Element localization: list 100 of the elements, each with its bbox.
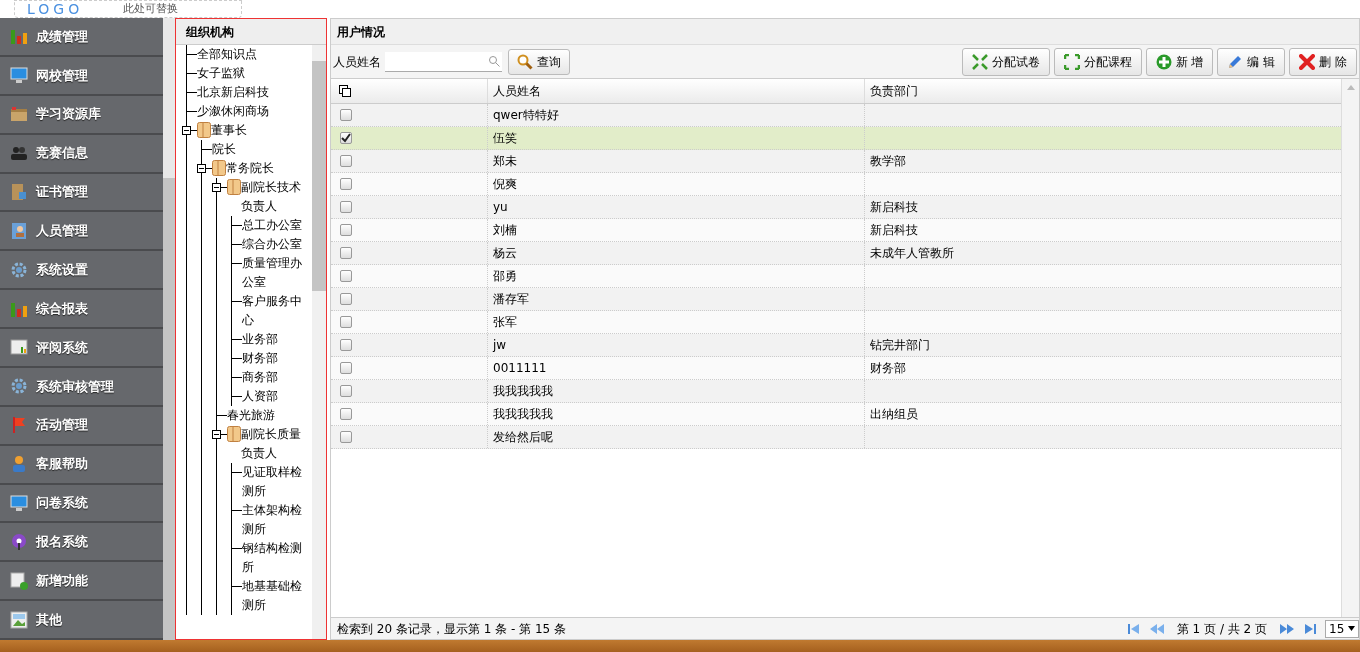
podcast-icon xyxy=(10,532,28,551)
collapse-icon[interactable] xyxy=(197,164,206,173)
tree-item[interactable]: 全部知识点 xyxy=(197,45,257,64)
tree-item[interactable]: 商务部 xyxy=(242,368,278,387)
row-checkbox[interactable] xyxy=(340,362,352,374)
row-checkbox[interactable] xyxy=(340,201,352,213)
row-checkbox[interactable] xyxy=(340,408,352,420)
row-checkbox[interactable] xyxy=(340,247,352,259)
row-checkbox[interactable] xyxy=(340,155,352,167)
logo-note: 此处可替换 xyxy=(123,2,179,16)
page-size-select[interactable]: 15 xyxy=(1325,619,1359,638)
last-page-icon[interactable] xyxy=(1303,622,1317,635)
table-cell-text: 倪爽 xyxy=(493,176,517,193)
search-icon xyxy=(488,55,500,67)
arrows-out-icon xyxy=(1063,53,1080,70)
table-cell-text: 教学部 xyxy=(870,153,906,170)
record-summary: 检索到 20 条记录，显示第 1 条 - 第 15 条 xyxy=(337,620,567,638)
flag-icon xyxy=(10,416,28,435)
people-icon xyxy=(10,144,28,163)
tree-item[interactable]: 业务部 xyxy=(242,330,278,349)
table-cell-text: 未成年人管教所 xyxy=(870,245,954,262)
logo-text: LOGO xyxy=(27,1,84,17)
row-checkbox[interactable] xyxy=(340,109,352,121)
tree-item[interactable]: 北京新启科技 xyxy=(197,83,269,102)
check-icon xyxy=(341,133,351,143)
grid-scrollbar[interactable] xyxy=(1341,79,1359,617)
tree-item[interactable]: 综合办公室 xyxy=(242,235,302,254)
column-header[interactable]: 负责部门 xyxy=(865,79,1341,103)
tree-item[interactable]: 少溆休闲商场 xyxy=(197,102,269,121)
search-field[interactable] xyxy=(385,51,502,72)
toolbar-button[interactable]: 编 辑 xyxy=(1217,47,1286,76)
column-header[interactable]: 人员姓名 xyxy=(488,79,865,103)
previous-page-icon[interactable] xyxy=(1148,622,1165,635)
table-cell-text: 刘楠 xyxy=(493,222,517,239)
table-cell-text: 郑未 xyxy=(493,153,517,170)
row-checkbox[interactable] xyxy=(340,316,352,328)
row-checkbox[interactable] xyxy=(340,132,352,144)
table-cell-text: 邵勇 xyxy=(493,268,517,285)
tree-item[interactable]: 春光旅游 xyxy=(227,406,275,425)
tree-item[interactable]: 钢结构检测所 xyxy=(242,539,312,577)
table-cell-text: 我我我我我 xyxy=(493,406,553,423)
report-icon xyxy=(10,338,28,357)
gear-icon xyxy=(10,260,28,279)
table-cell-text: 伍笑 xyxy=(493,130,517,147)
tree-item[interactable]: 质量管理办公室 xyxy=(242,254,312,292)
tree-item[interactable]: 客户服务中心 xyxy=(242,292,312,330)
sidebar-scrollbar[interactable] xyxy=(163,18,175,640)
tree-item[interactable]: 地基基础检测所 xyxy=(242,577,312,615)
row-checkbox[interactable] xyxy=(340,293,352,305)
select-all-icon[interactable] xyxy=(339,85,351,97)
table-row[interactable]: 0011111 财务部 xyxy=(331,357,1341,380)
row-checkbox[interactable] xyxy=(340,270,352,282)
tree-item[interactable]: 院长 xyxy=(212,140,236,159)
table-row[interactable]: 伍笑 xyxy=(331,127,1341,150)
table-row[interactable]: 郑未 教学部 xyxy=(331,150,1341,173)
table-row[interactable]: jw 钻完井部门 xyxy=(331,334,1341,357)
tree-item[interactable]: 女子监狱 xyxy=(197,64,245,83)
tree-item[interactable]: 财务部 xyxy=(242,349,278,368)
toolbar-button[interactable]: 分配试卷 xyxy=(961,47,1050,76)
table-row[interactable]: 张军 xyxy=(331,311,1341,334)
table-row[interactable]: 倪爽 xyxy=(331,173,1341,196)
table-row[interactable]: 我我我我我 xyxy=(331,380,1341,403)
next-page-icon[interactable] xyxy=(1279,622,1295,635)
tree-item[interactable]: 主体架构检测所 xyxy=(242,501,312,539)
table-cell-text: 发给然后呢 xyxy=(493,429,553,446)
tree-item[interactable]: 副院长质量负责人 xyxy=(241,425,312,463)
row-checkbox[interactable] xyxy=(340,385,352,397)
tree-item[interactable]: 常务院长 xyxy=(226,159,274,178)
table-row[interactable]: qwer特特好 xyxy=(331,104,1341,127)
collapse-icon[interactable] xyxy=(212,430,221,439)
toolbar-button[interactable]: 删 除 xyxy=(1289,47,1357,76)
table-cell-text: 新启科技 xyxy=(870,222,918,239)
first-page-icon[interactable] xyxy=(1126,622,1141,635)
table-row[interactable]: 潘存军 xyxy=(331,288,1341,311)
table-row[interactable]: 刘楠 新启科技 xyxy=(331,219,1341,242)
tree-item[interactable]: 人资部 xyxy=(242,387,278,406)
query-button[interactable]: 查询 xyxy=(508,48,570,75)
toolbar-button[interactable]: 新 增 xyxy=(1145,47,1214,76)
tree-item[interactable]: 副院长技术负责人 xyxy=(241,178,312,216)
table-row[interactable]: 邵勇 xyxy=(331,265,1341,288)
table-row[interactable]: 发给然后呢 xyxy=(331,426,1341,449)
tree-scrollbar[interactable] xyxy=(312,45,326,639)
scroll-up-icon[interactable] xyxy=(1346,85,1355,90)
tree-item[interactable]: 总工办公室 xyxy=(242,216,302,235)
table-cell-text: qwer特特好 xyxy=(493,107,559,124)
table-row[interactable]: yu 新启科技 xyxy=(331,196,1341,219)
collapse-icon[interactable] xyxy=(182,126,191,135)
collapse-icon[interactable] xyxy=(212,183,221,192)
row-checkbox[interactable] xyxy=(340,178,352,190)
toolbar-button[interactable]: 分配课程 xyxy=(1053,47,1142,76)
tree-item[interactable]: 见证取样检测所 xyxy=(242,463,312,501)
table-row[interactable]: 杨云 未成年人管教所 xyxy=(331,242,1341,265)
table-row[interactable]: 我我我我我 出纳组员 xyxy=(331,403,1341,426)
tree-item[interactable]: 董事长 xyxy=(211,121,247,140)
table-cell-text: jw xyxy=(493,337,507,354)
row-checkbox[interactable] xyxy=(340,431,352,443)
row-checkbox[interactable] xyxy=(340,224,352,236)
row-checkbox[interactable] xyxy=(340,339,352,351)
monitor-icon xyxy=(10,493,28,512)
gear-icon xyxy=(10,377,28,396)
